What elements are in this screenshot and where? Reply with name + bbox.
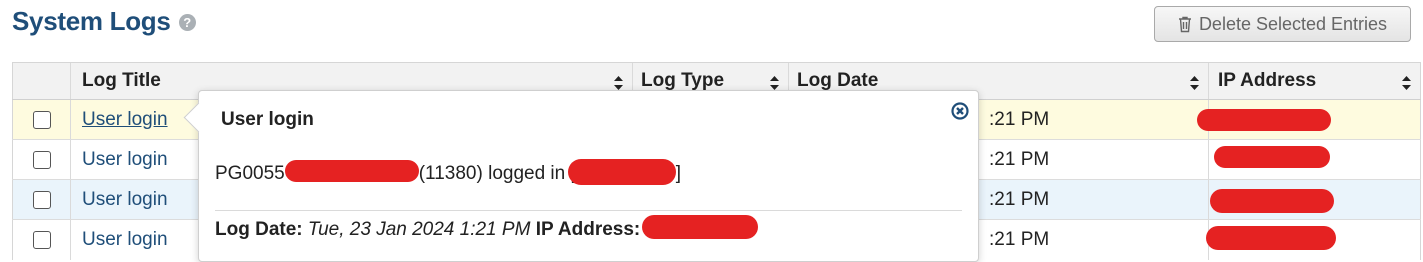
log-date-text: :21 PM [989,108,1050,130]
ip-address-cell [1206,220,1421,260]
log-details-popover: User login PG0055 (11380) logged in [] Lo… [183,90,979,262]
popover-divider [215,210,962,211]
message-mid: (11380) logged in [ [418,163,576,185]
redaction-mark [1214,146,1330,168]
ip-address-label: IP Address: [535,219,641,241]
redaction-mark [1206,226,1336,250]
row-checkbox[interactable] [32,110,51,129]
log-title-link[interactable]: User login [82,109,168,131]
column-header-label: IP Address [1218,70,1317,91]
popover-message: PG0055 (11380) logged in [] [215,159,682,187]
row-select-cell [12,180,70,219]
popover-title: User login [221,109,314,130]
row-checkbox[interactable] [32,150,51,169]
log-title-link[interactable]: User login [82,229,168,251]
redaction-mark [1197,109,1331,131]
row-select-cell [12,220,70,260]
log-date-value: Tue, 23 Jan 2024 1:21 PM [307,219,531,241]
log-date-text: :21 PM [989,148,1050,170]
ip-address-cell [1208,180,1421,219]
page-title: System Logs ? [12,6,196,37]
sort-icon[interactable] [1190,76,1199,90]
delete-selected-button[interactable]: Delete Selected Entries [1154,6,1411,42]
popover-meta: Log Date: Tue, 23 Jan 2024 1:21 PM IP Ad… [215,215,759,242]
log-title-link[interactable]: User login [82,149,168,171]
question-circle-icon[interactable]: ? [178,14,196,31]
redaction-mark [567,159,676,185]
column-header-label: Log Type [641,70,725,91]
redaction-mark [642,215,759,239]
column-header-label: Log Title [82,70,161,91]
close-circle-icon[interactable] [951,102,969,125]
sort-icon[interactable] [1402,76,1411,90]
sort-icon[interactable] [770,76,779,90]
row-checkbox[interactable] [32,231,51,249]
row-checkbox[interactable] [32,190,51,209]
message-suffix: ] [675,163,682,185]
page-title-text: System Logs [12,6,171,36]
message-prefix: PG0055 [215,163,285,185]
log-date-label: Log Date: [215,219,303,241]
column-header-ip-address[interactable]: IP Address [1208,63,1421,99]
log-title-link[interactable]: User login [82,189,168,211]
row-select-cell [12,100,70,139]
log-date-text: :21 PM [989,188,1050,210]
delete-selected-label: Delete Selected Entries [1198,13,1388,34]
select-column-header [12,63,70,99]
trash-icon [1178,16,1192,33]
sort-icon[interactable] [614,76,623,90]
log-date-text: :21 PM [989,229,1050,250]
ip-address-cell [1197,100,1421,139]
row-select-cell [12,140,70,179]
redaction-mark [1210,189,1334,213]
redaction-mark [284,160,419,182]
ip-address-cell [1208,140,1421,179]
column-header-label: Log Date [797,70,879,91]
